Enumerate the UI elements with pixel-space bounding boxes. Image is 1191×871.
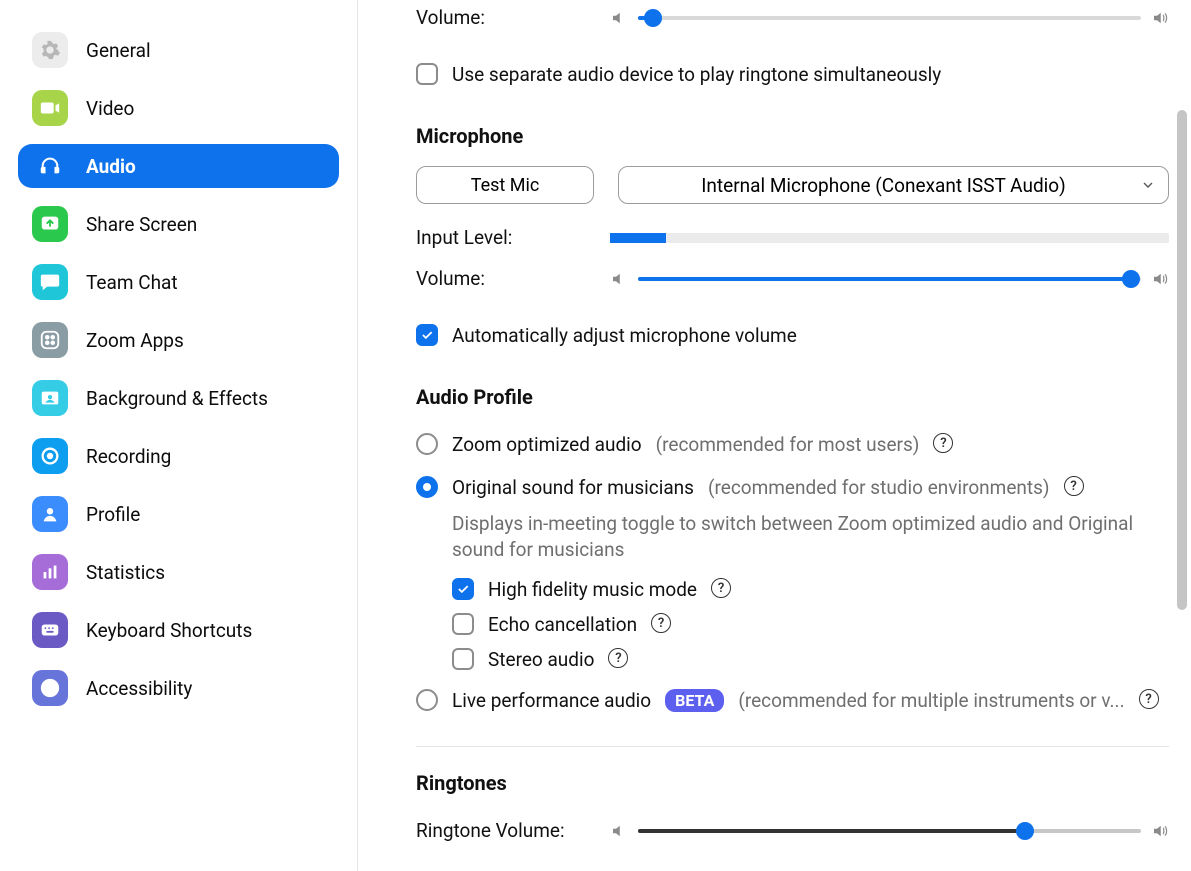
sidebar-item-zoom-apps[interactable]: Zoom Apps	[18, 318, 339, 362]
echo-cancellation-checkbox[interactable]	[452, 613, 474, 635]
sidebar-item-label: Statistics	[86, 561, 165, 584]
hifi-music-mode-label: High fidelity music mode	[488, 578, 697, 601]
separate-ringtone-device-checkbox[interactable]	[416, 63, 438, 85]
sidebar-item-video[interactable]: Video	[18, 86, 339, 130]
speaker-high-icon	[1151, 9, 1169, 27]
help-icon[interactable]: ?	[1064, 476, 1084, 496]
speaker-low-icon	[610, 270, 628, 288]
stereo-audio-checkbox[interactable]	[452, 648, 474, 670]
share-screen-icon	[32, 206, 68, 242]
auto-adjust-mic-checkbox[interactable]	[416, 324, 438, 346]
echo-cancellation-label: Echo cancellation	[488, 613, 637, 636]
divider	[416, 746, 1169, 747]
scrollbar-thumb[interactable]	[1177, 110, 1187, 610]
sidebar-item-team-chat[interactable]: Team Chat	[18, 260, 339, 304]
chat-icon	[32, 264, 68, 300]
speaker-low-icon	[610, 9, 628, 27]
beta-badge: BETA	[665, 689, 724, 712]
test-mic-button[interactable]: Test Mic	[416, 166, 594, 204]
audio-profile-option-label: Zoom optimized audio	[452, 433, 642, 456]
ringtone-volume-slider[interactable]	[638, 829, 1141, 833]
sidebar-item-statistics[interactable]: Statistics	[18, 550, 339, 594]
sidebar-item-share-screen[interactable]: Share Screen	[18, 202, 339, 246]
audio-profile-option-hint: (recommended for most users)	[656, 433, 920, 456]
speaker-high-icon	[1151, 270, 1169, 288]
sidebar-item-label: Background & Effects	[86, 387, 268, 410]
headphones-icon	[32, 148, 68, 184]
audio-profile-option-description: Displays in-meeting toggle to switch bet…	[452, 511, 1169, 562]
sidebar-item-accessibility[interactable]: Accessibility	[18, 666, 339, 710]
keyboard-icon	[32, 612, 68, 648]
hifi-music-mode-checkbox[interactable]	[452, 578, 474, 600]
audio-profile-heading: Audio Profile	[416, 385, 1169, 409]
audio-profile-radio-live[interactable]	[416, 689, 438, 711]
separate-ringtone-device-label: Use separate audio device to play ringto…	[452, 63, 941, 86]
sidebar-item-label: Audio	[86, 155, 136, 178]
settings-sidebar: General Video Audio Share Screen Team Ch	[0, 0, 358, 871]
audio-profile-option-label: Live performance audio	[452, 689, 651, 712]
mic-volume-slider[interactable]	[638, 277, 1141, 281]
chevron-down-icon	[1140, 177, 1156, 193]
gear-icon	[32, 32, 68, 68]
audio-profile-option-hint: (recommended for multiple instruments or…	[738, 689, 1124, 712]
sidebar-item-label: Accessibility	[86, 677, 192, 700]
stereo-audio-label: Stereo audio	[488, 648, 594, 671]
sidebar-item-label: Zoom Apps	[86, 329, 184, 352]
sidebar-item-background-effects[interactable]: Background & Effects	[18, 376, 339, 420]
audio-profile-radio-optimized[interactable]	[416, 433, 438, 455]
input-level-label: Input Level:	[416, 226, 596, 249]
sidebar-item-keyboard-shortcuts[interactable]: Keyboard Shortcuts	[18, 608, 339, 652]
sidebar-item-label: Video	[86, 97, 134, 120]
accessibility-icon	[32, 670, 68, 706]
apps-icon	[32, 322, 68, 358]
sidebar-item-label: Recording	[86, 445, 171, 468]
sidebar-item-label: Profile	[86, 503, 140, 526]
microphone-heading: Microphone	[416, 124, 1169, 148]
sidebar-item-label: Team Chat	[86, 271, 178, 294]
input-level-meter	[610, 233, 1169, 243]
sidebar-item-label: General	[86, 39, 151, 62]
help-icon[interactable]: ?	[933, 433, 953, 453]
help-icon[interactable]: ?	[711, 578, 731, 598]
video-icon	[32, 90, 68, 126]
profile-icon	[32, 496, 68, 532]
audio-profile-radio-original[interactable]	[416, 476, 438, 498]
background-icon	[32, 380, 68, 416]
help-icon[interactable]: ?	[608, 648, 628, 668]
statistics-icon	[32, 554, 68, 590]
help-icon[interactable]: ?	[1139, 689, 1159, 709]
sidebar-item-recording[interactable]: Recording	[18, 434, 339, 478]
sidebar-item-general[interactable]: General	[18, 28, 339, 72]
microphone-device-value: Internal Microphone (Conexant ISST Audio…	[701, 174, 1065, 197]
audio-profile-option-label: Original sound for musicians	[452, 476, 694, 499]
speaker-volume-slider[interactable]	[638, 16, 1141, 20]
help-icon[interactable]: ?	[651, 613, 671, 633]
microphone-device-select[interactable]: Internal Microphone (Conexant ISST Audio…	[618, 166, 1169, 204]
settings-panel-audio: Volume: Use separate audio device to pla…	[358, 0, 1191, 871]
ringtones-heading: Ringtones	[416, 771, 1169, 795]
ringtone-volume-label: Ringtone Volume:	[416, 819, 596, 842]
mic-volume-label: Volume:	[416, 267, 596, 290]
sidebar-item-label: Share Screen	[86, 213, 197, 236]
audio-profile-option-hint: (recommended for studio environments)	[708, 476, 1050, 499]
sidebar-item-audio[interactable]: Audio	[18, 144, 339, 188]
sidebar-item-label: Keyboard Shortcuts	[86, 619, 252, 642]
auto-adjust-mic-label: Automatically adjust microphone volume	[452, 324, 797, 347]
speaker-low-icon	[610, 822, 628, 840]
speaker-high-icon	[1151, 822, 1169, 840]
record-icon	[32, 438, 68, 474]
sidebar-item-profile[interactable]: Profile	[18, 492, 339, 536]
speaker-volume-label: Volume:	[416, 6, 596, 29]
